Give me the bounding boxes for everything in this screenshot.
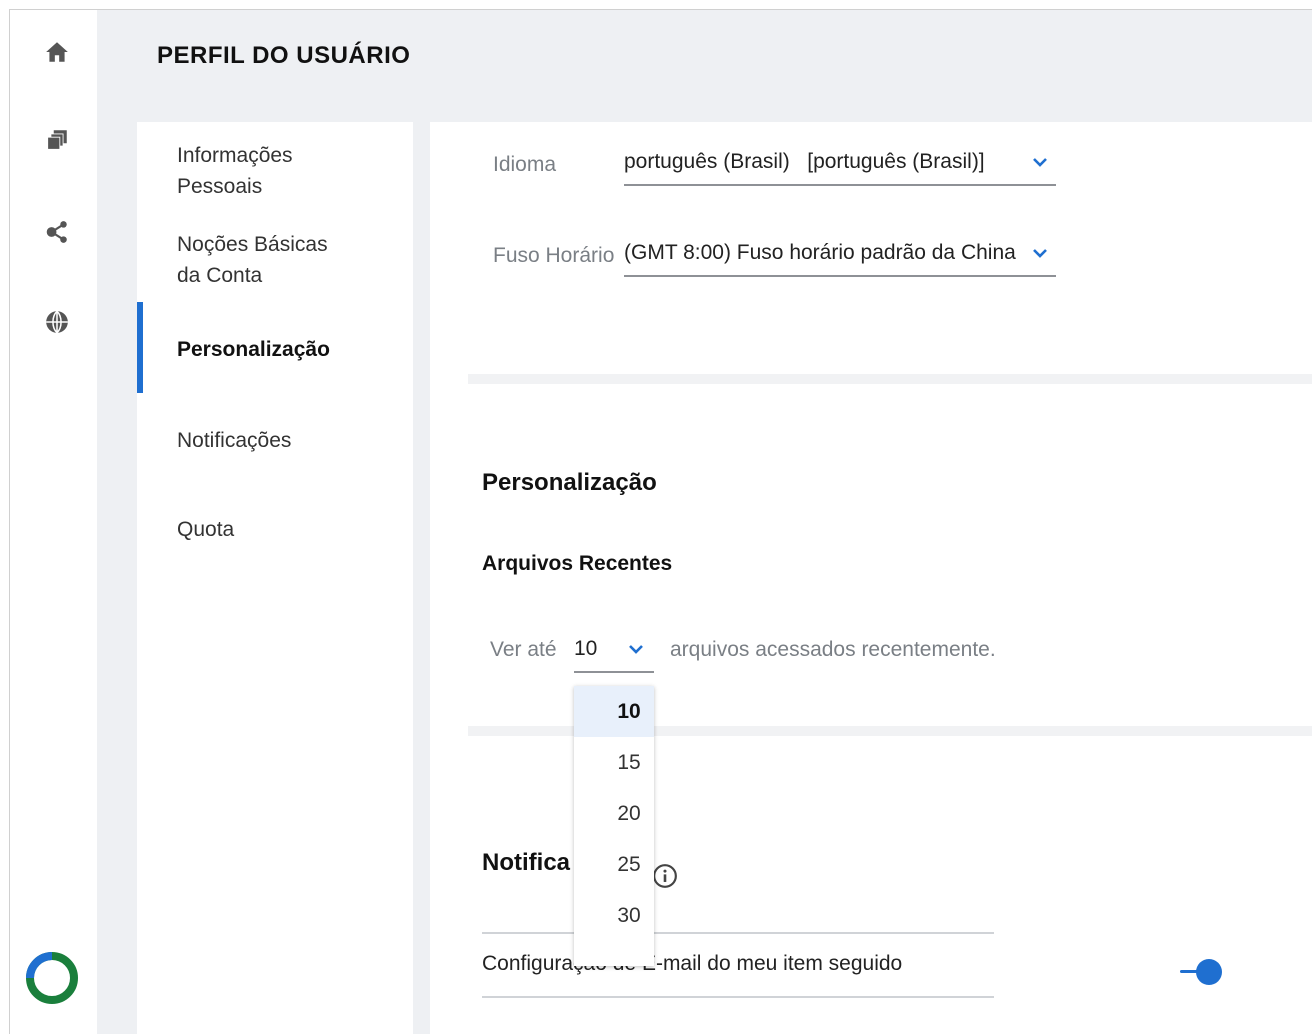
show-up-to-label: Ver até (490, 638, 557, 661)
language-label: Idioma (493, 153, 557, 176)
home-icon[interactable] (42, 37, 72, 67)
icon-rail (10, 10, 97, 1034)
timezone-label: Fuso Horário (493, 244, 615, 267)
nav-item-personal-info[interactable]: Informações Pessoais (177, 140, 397, 202)
divider-line (482, 996, 994, 998)
dropdown-option[interactable]: 30 (574, 890, 654, 941)
info-icon[interactable] (652, 863, 678, 889)
settings-nav: Informações Pessoais Noções Básicas da C… (137, 122, 413, 1034)
recent-count-value: 10 (574, 637, 598, 660)
recent-count-select[interactable]: 10 (574, 627, 654, 673)
personalization-title: Personalização (482, 469, 657, 496)
recent-files-title: Arquivos Recentes (482, 552, 673, 575)
nav-item-personalization[interactable]: Personalização (177, 334, 397, 365)
email-setting-label: Configuração de E-mail do meu item segui… (482, 952, 903, 975)
chevron-down-icon (629, 645, 643, 654)
active-nav-indicator (137, 302, 143, 393)
nav-item-notifications[interactable]: Notificações (177, 425, 397, 456)
chevron-down-icon (1033, 158, 1047, 167)
files-icon[interactable] (42, 125, 72, 155)
email-setting-toggle[interactable] (1178, 957, 1224, 987)
globe-icon[interactable] (42, 307, 72, 337)
dropdown-option[interactable]: 25 (574, 839, 654, 890)
divider-line (482, 932, 994, 934)
logo-ring-icon (24, 950, 80, 1006)
section-divider (468, 374, 1312, 384)
dropdown-option[interactable]: 15 (574, 737, 654, 788)
page-title: PERFIL DO USUÁRIO (157, 42, 411, 69)
notifications-title: Notifica (482, 849, 571, 876)
language-value: português (Brasil) [português (Brasil)] (624, 150, 985, 173)
nav-item-quota[interactable]: Quota (177, 514, 397, 545)
chevron-down-icon (1033, 249, 1047, 258)
recent-count-dropdown: 10 15 20 25 30 (574, 686, 654, 966)
recent-files-suffix: arquivos acessados recentemente. (670, 638, 996, 661)
dropdown-option[interactable]: 10 (574, 686, 654, 737)
nav-item-account-basics[interactable]: Noções Básicas da Conta (177, 229, 397, 291)
share-icon[interactable] (42, 217, 72, 247)
dropdown-option[interactable]: 20 (574, 788, 654, 839)
timezone-value: (GMT 8:00) Fuso horário padrão da China (624, 241, 1016, 264)
language-select[interactable]: português (Brasil) [português (Brasil)] (624, 140, 1056, 186)
settings-content: Idioma português (Brasil) [português (Br… (430, 122, 1312, 1034)
toggle-knob (1196, 959, 1222, 985)
timezone-select[interactable]: (GMT 8:00) Fuso horário padrão da China (624, 231, 1056, 277)
